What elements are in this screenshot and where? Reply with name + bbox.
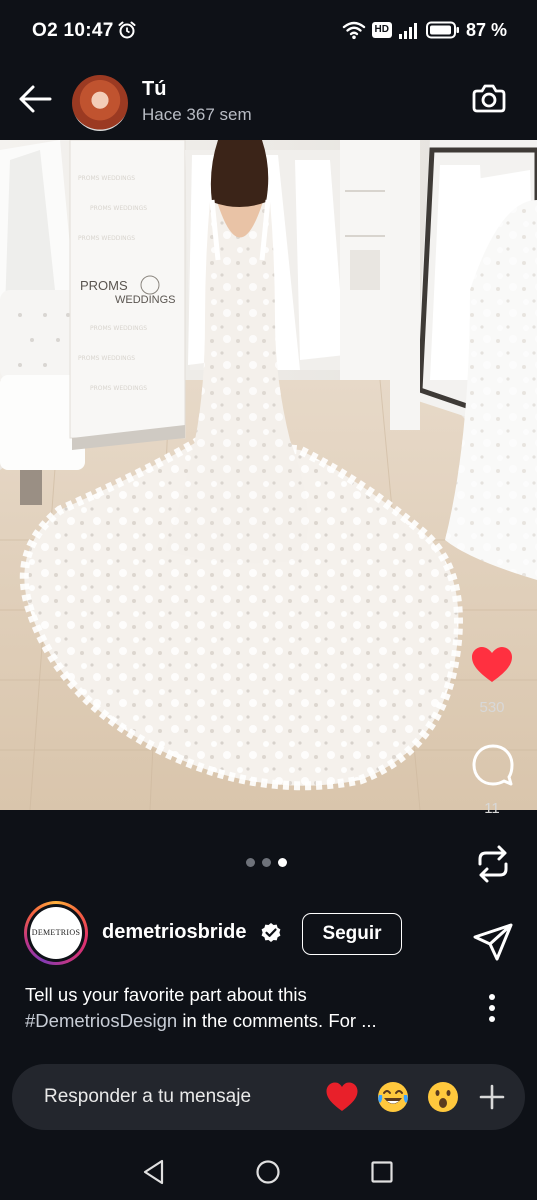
banner-text-line2: WEDDINGS [115,294,176,306]
status-bar: O2 10:47 HD 87 % [0,0,537,62]
wedding-dress-photo: PROMS WEDDINGS PROMS WEDDINGS PROMS WEDD… [0,140,537,810]
caption-line-1: Tell us your favorite part about this [25,984,307,1005]
svg-text:PROMS WEDDINGS: PROMS WEDDINGS [78,175,135,182]
battery-icon [425,21,459,39]
follow-button[interactable]: Seguir [302,913,402,955]
hd-badge: HD [371,22,392,38]
story-reply-screen: O2 10:47 HD 87 % Tú Hace 367 sem PROMS W… [0,0,537,1200]
svg-text:PROMS WEDDINGS: PROMS WEDDINGS [90,325,147,332]
plus-icon[interactable] [478,1083,506,1111]
carousel-dot [262,858,271,867]
caption-hashtag[interactable]: #DemetriosDesign [25,1010,177,1031]
share-icon[interactable] [471,921,515,963]
more-vertical-icon[interactable] [480,992,504,1026]
banner-text-line1: PROMS [80,278,128,293]
svg-text:PROMS WEDDINGS: PROMS WEDDINGS [78,355,135,362]
like-count: 530 [479,699,505,716]
svg-text:PROMS WEDDINGS: PROMS WEDDINGS [90,205,147,212]
status-icons: HD 87 % [342,18,507,42]
svg-text:PROMS WEDDINGS: PROMS WEDDINGS [78,235,135,242]
back-triangle-icon[interactable] [137,1155,171,1189]
story-timestamp: Hace 367 sem [142,105,252,124]
status-time: O2 10:47 [32,20,114,41]
post-caption[interactable]: Tell us your favorite part about this #D… [25,982,465,1034]
story-username[interactable]: Tú [142,78,166,101]
cellular-signal-icon [398,23,417,39]
camera-icon[interactable] [471,80,507,116]
laughing-tears-emoji[interactable] [376,1080,410,1114]
avatar[interactable] [72,75,128,131]
home-circle-icon[interactable] [251,1155,285,1189]
recents-square-icon[interactable] [365,1155,399,1189]
verified-badge-icon [261,923,281,942]
carousel-dot-active [278,858,287,867]
account-name[interactable]: demetriosbride [102,921,246,944]
surprised-emoji[interactable] [426,1080,460,1114]
comment-icon[interactable] [471,744,515,786]
battery-percent: 87 % [465,19,507,40]
story-photo[interactable]: PROMS WEDDINGS PROMS WEDDINGS PROMS WEDD… [0,140,537,810]
svg-text:PROMS WEDDINGS: PROMS WEDDINGS [90,385,147,392]
alarm-icon [118,21,136,39]
carousel-dot [246,858,255,867]
caption-rest: in the comments. For ... [177,1010,377,1031]
wifi-icon [342,21,365,40]
heart-icon[interactable] [470,644,514,686]
carousel-indicator [246,858,287,867]
heart-emoji[interactable] [325,1080,359,1114]
account-avatar[interactable]: DEMETRIOS [24,901,88,965]
account-avatar-logo: DEMETRIOS [30,907,82,959]
comment-count: 11 [484,800,500,817]
back-arrow-icon[interactable] [16,82,54,116]
repost-icon[interactable] [471,842,515,886]
story-header: Tú Hace 367 sem [0,62,537,140]
reply-input[interactable]: Responder a tu mensaje [44,1086,251,1108]
caption-line-2: #DemetriosDesign in the comments. For ..… [25,1008,465,1034]
